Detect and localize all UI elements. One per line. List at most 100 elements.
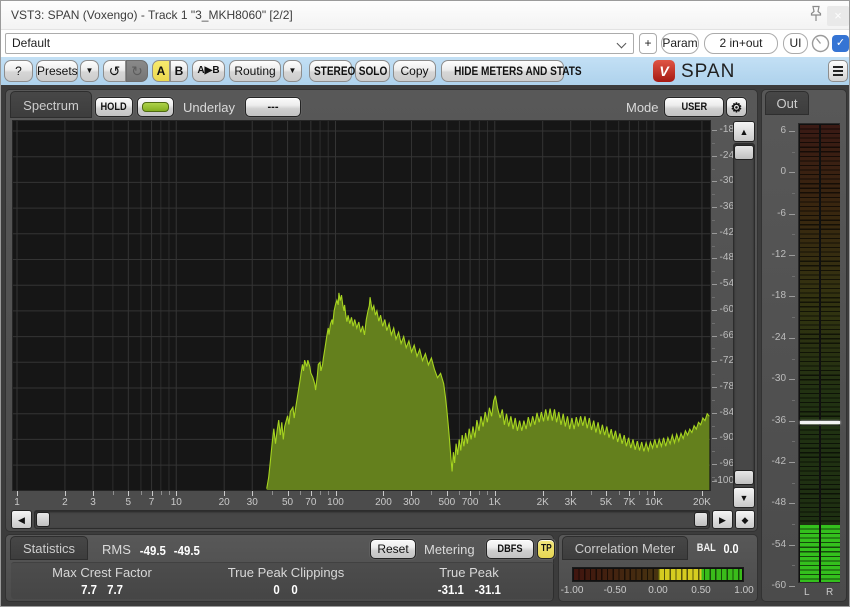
mode-selector-button[interactable]: USER bbox=[664, 97, 724, 117]
mode-label: Mode bbox=[626, 100, 659, 115]
plugin-window: VST3: SPAN (Voxengo) - Track 1 "3_MKH806… bbox=[0, 0, 850, 607]
param-button[interactable]: Param bbox=[661, 33, 699, 54]
tab-statistics[interactable]: Statistics bbox=[10, 536, 88, 560]
presets-button[interactable]: Presets bbox=[36, 60, 78, 82]
preset-combobox[interactable]: Default bbox=[5, 33, 634, 54]
freq-minor-tick bbox=[639, 491, 640, 495]
freq-major-tick bbox=[383, 491, 384, 496]
spectrum-panel: Spectrum HOLD Underlay --- Mode USER ⚙ 1… bbox=[5, 89, 758, 532]
freq-tick-label: 30 bbox=[247, 497, 258, 508]
db-major-tick bbox=[712, 387, 717, 388]
scroll-reset-button[interactable]: ◆ bbox=[735, 510, 755, 529]
vertical-scroll-track[interactable] bbox=[733, 143, 755, 506]
copy-button[interactable]: Copy bbox=[393, 60, 436, 82]
routing-button[interactable]: Routing bbox=[229, 60, 281, 82]
help-button[interactable]: ? bbox=[4, 60, 33, 82]
freq-major-tick bbox=[336, 491, 337, 496]
knob-mode-icon[interactable] bbox=[811, 34, 830, 53]
ab-slot-b-button[interactable]: B bbox=[170, 60, 188, 82]
add-preset-button[interactable]: + bbox=[639, 33, 657, 54]
scroll-right-button[interactable]: ▶ bbox=[712, 510, 733, 529]
metering-mode-button[interactable]: DBFS bbox=[486, 539, 534, 559]
led-indicator bbox=[142, 102, 169, 112]
vertical-scroll-thumb-bottom[interactable] bbox=[734, 470, 754, 485]
db-major-tick bbox=[712, 438, 717, 439]
freq-tick-label: 1K bbox=[489, 497, 501, 508]
hold-led-button[interactable] bbox=[137, 97, 174, 117]
freq-minor-tick bbox=[487, 491, 488, 495]
presets-dropdown-button[interactable]: ▼ bbox=[80, 60, 99, 82]
redo-button[interactable]: ↻ bbox=[126, 60, 148, 82]
out-major-tick bbox=[789, 503, 795, 504]
db-major-tick bbox=[712, 310, 717, 311]
db-major-tick bbox=[712, 156, 717, 157]
out-minor-tick bbox=[792, 317, 795, 318]
freq-minor-tick bbox=[320, 491, 321, 495]
tab-correlation-meter[interactable]: Correlation Meter bbox=[562, 536, 688, 560]
freq-tick-label: 1 bbox=[14, 497, 20, 508]
freq-minor-tick bbox=[647, 491, 648, 495]
scroll-down-button[interactable]: ▼ bbox=[733, 487, 755, 508]
out-major-tick bbox=[789, 172, 795, 173]
out-minor-tick bbox=[792, 441, 795, 442]
out-level-meter bbox=[798, 123, 840, 583]
underlay-selector-button[interactable]: --- bbox=[245, 97, 301, 117]
freq-tick-label: 500 bbox=[438, 497, 455, 508]
out-tick-label: -60 bbox=[764, 580, 786, 591]
hold-button[interactable]: HOLD bbox=[95, 97, 133, 117]
reset-button[interactable]: Reset bbox=[370, 539, 416, 559]
db-tick-label: -60 bbox=[720, 304, 734, 315]
db-tick-label: -48 bbox=[720, 252, 734, 263]
meter-lit-left bbox=[800, 525, 819, 582]
tab-out[interactable]: Out bbox=[765, 91, 809, 115]
io-config-button[interactable]: 2 in+out bbox=[704, 33, 778, 54]
out-minor-tick bbox=[792, 276, 795, 277]
spectrum-plot[interactable] bbox=[12, 120, 711, 491]
titlebar: VST3: SPAN (Voxengo) - Track 1 "3_MKH806… bbox=[1, 1, 850, 30]
freq-major-tick bbox=[252, 491, 253, 496]
freq-major-tick bbox=[543, 491, 544, 496]
freq-major-tick bbox=[152, 491, 153, 496]
correlation-tick-label: -0.50 bbox=[604, 585, 627, 596]
undo-button[interactable]: ↺ bbox=[103, 60, 126, 82]
close-button[interactable]: × bbox=[827, 6, 849, 26]
copy-a-to-b-button[interactable]: A▶B bbox=[192, 60, 225, 82]
spectrum-settings-gear-button[interactable]: ⚙ bbox=[726, 97, 747, 117]
enabled-checkbox[interactable]: ✓ bbox=[832, 35, 849, 52]
freq-minor-tick bbox=[169, 491, 170, 495]
vertical-scroll-thumb-top[interactable] bbox=[734, 145, 754, 160]
freq-minor-tick bbox=[431, 491, 432, 495]
tab-spectrum[interactable]: Spectrum bbox=[10, 91, 92, 118]
scroll-left-button[interactable]: ◀ bbox=[11, 510, 32, 529]
ui-button[interactable]: UI bbox=[783, 33, 808, 54]
out-tick-label: -42 bbox=[764, 456, 786, 467]
routing-dropdown-button[interactable]: ▼ bbox=[283, 60, 302, 82]
freq-minor-tick bbox=[479, 491, 480, 495]
pin-icon[interactable] bbox=[807, 4, 825, 24]
scroll-up-button[interactable]: ▲ bbox=[733, 121, 755, 142]
solo-button[interactable]: SOLO bbox=[355, 60, 390, 82]
true-peak-clippings-group: True Peak Clippings 0 0 bbox=[204, 565, 368, 597]
statistics-panel: Statistics RMS -49.5 -49.5 Reset Meterin… bbox=[5, 534, 554, 602]
horizontal-scroll-track[interactable] bbox=[34, 510, 710, 529]
out-minor-tick bbox=[792, 524, 795, 525]
out-major-tick bbox=[789, 379, 795, 380]
hide-meters-button[interactable]: HIDE METERS AND STATS bbox=[441, 60, 564, 82]
chevron-down-icon bbox=[617, 39, 627, 49]
out-minor-tick bbox=[792, 483, 795, 484]
horizontal-scroll-thumb-right[interactable] bbox=[694, 512, 708, 527]
menu-button[interactable] bbox=[828, 60, 848, 82]
out-minor-tick bbox=[792, 152, 795, 153]
freq-tick-label: 200 bbox=[375, 497, 392, 508]
out-major-tick bbox=[789, 586, 795, 587]
horizontal-scroll-thumb-left[interactable] bbox=[36, 512, 50, 527]
db-major-tick bbox=[712, 464, 717, 465]
freq-minor-tick bbox=[459, 491, 460, 495]
out-meter-panel: Out L R 60-6-12-18-24-30-36-42-48-54-60 bbox=[761, 89, 847, 602]
freq-major-tick bbox=[311, 491, 312, 496]
ab-slot-a-button[interactable]: A bbox=[152, 60, 170, 82]
true-peak-toggle-button[interactable]: TP bbox=[537, 539, 555, 559]
stereo-button[interactable]: STEREO bbox=[309, 60, 352, 82]
db-tick-label: -42 bbox=[720, 227, 734, 238]
db-major-tick bbox=[712, 413, 717, 414]
